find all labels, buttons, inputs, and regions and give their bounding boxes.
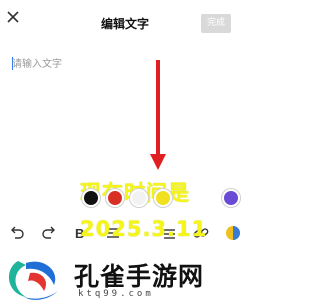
color-swatch-yellow[interactable]: [154, 189, 172, 207]
done-button[interactable]: 完成: [201, 14, 231, 33]
undo-icon[interactable]: [8, 224, 26, 242]
color-swatch-red[interactable]: [106, 189, 124, 207]
color-swatch-purple[interactable]: [222, 189, 240, 207]
watermark-url: ktq99.com: [78, 289, 154, 299]
redo-icon[interactable]: [40, 224, 58, 242]
color-swatch-white[interactable]: [130, 189, 148, 207]
color-picker-icon[interactable]: [224, 224, 242, 242]
overlay-text-line-2: 2025.3.11: [80, 217, 208, 241]
annotation-arrow: [150, 60, 166, 170]
peacock-logo-icon: [8, 261, 58, 300]
text-input[interactable]: [12, 56, 132, 72]
top-bar: 编辑文字 完成: [0, 0, 250, 46]
watermark-brand: 孔雀手游网: [74, 262, 205, 291]
color-swatch-black[interactable]: [82, 189, 100, 207]
color-palette: [82, 187, 247, 209]
